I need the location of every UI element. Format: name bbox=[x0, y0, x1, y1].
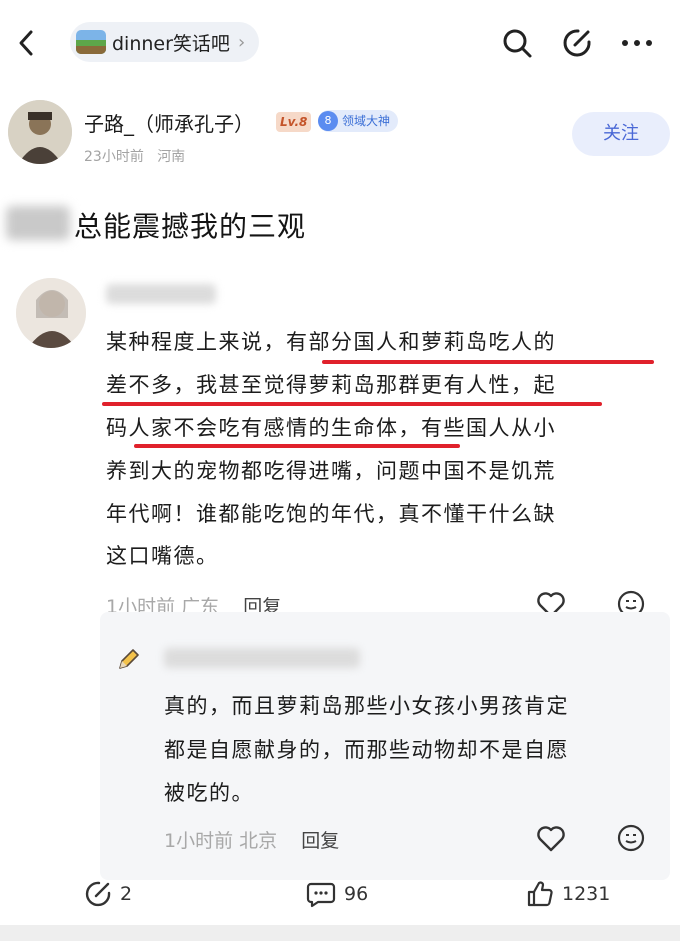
heart-icon bbox=[537, 826, 565, 852]
comment-line: 差不多，我甚至觉得萝莉岛那群更有人性，起 bbox=[106, 373, 556, 397]
blurred-commenter-name bbox=[106, 284, 216, 304]
blurred-replier-name bbox=[164, 648, 360, 668]
follow-button[interactable]: 关注 bbox=[572, 112, 670, 156]
domain-badge-label: 领域大神 bbox=[342, 114, 391, 128]
more-icon bbox=[622, 40, 652, 46]
share-button[interactable]: 2 bbox=[84, 880, 132, 908]
comment-line: 养到大的宠物都吃得进嘴，问题中国不是饥荒 bbox=[106, 459, 556, 483]
reply-location: 北京 bbox=[239, 830, 278, 852]
blurred-title-prefix bbox=[6, 206, 70, 240]
commenter-avatar[interactable] bbox=[16, 278, 86, 348]
post-title: 总能震撼我的三观 bbox=[74, 210, 307, 243]
comment-line: 这口嘴德。 bbox=[106, 544, 219, 568]
back-button[interactable] bbox=[12, 28, 42, 58]
red-underline bbox=[134, 444, 460, 448]
edit-icon bbox=[563, 29, 591, 57]
pencil-icon bbox=[116, 646, 142, 676]
comment-icon bbox=[306, 882, 336, 908]
reply-line: 被吃的。 bbox=[164, 781, 254, 805]
red-underline bbox=[102, 402, 602, 406]
reply-line: 真的，而且萝莉岛那些小女孩小男孩肯定 bbox=[164, 694, 569, 718]
thumbs-up-icon bbox=[527, 881, 553, 907]
reply-reply-button[interactable]: 回复 bbox=[301, 830, 339, 852]
author-meta: 23小时前 河南 bbox=[84, 146, 185, 166]
post-time: 23小时前 bbox=[84, 149, 144, 165]
comment-line: 年代啊！谁都能吃饱的年代，真不懂干什么缺 bbox=[106, 502, 556, 526]
author-avatar[interactable] bbox=[8, 100, 72, 164]
reply-line: 都是自愿献身的，而那些动物却不是自愿 bbox=[164, 738, 569, 762]
reply-time: 1小时前 bbox=[164, 830, 234, 852]
search-icon bbox=[503, 29, 532, 58]
share-icon bbox=[85, 881, 111, 907]
back-arrow-icon bbox=[19, 30, 33, 56]
reply-meta: 1小时前 北京 回复 bbox=[164, 826, 339, 853]
search-button[interactable] bbox=[500, 26, 534, 60]
red-underline bbox=[322, 360, 654, 364]
emoji-icon bbox=[617, 824, 645, 852]
like-button[interactable]: 1231 bbox=[526, 880, 610, 908]
reply-like-button[interactable] bbox=[536, 824, 566, 856]
author-name[interactable]: 子路_（师承孔子） bbox=[84, 108, 254, 137]
comment-line: 某种程度上来说，有部分国人和萝莉岛吃人的 bbox=[106, 330, 556, 354]
badge-number: 8 bbox=[318, 111, 338, 131]
comment-line: 码人家不会吃有感情的生命体，有些国人从小 bbox=[106, 416, 556, 440]
forum-link[interactable]: dinner笑话吧 › bbox=[70, 22, 260, 62]
comment-count: 96 bbox=[344, 883, 369, 905]
post-location: 河南 bbox=[157, 149, 186, 165]
chevron-right-icon: › bbox=[237, 31, 246, 53]
forum-thumbnail bbox=[76, 30, 106, 54]
bottom-edge bbox=[0, 925, 680, 941]
edit-button[interactable] bbox=[560, 26, 594, 60]
like-count: 1231 bbox=[562, 883, 611, 905]
share-count: 2 bbox=[120, 883, 133, 905]
reply-emoji-button[interactable] bbox=[616, 823, 646, 857]
level-badge: Lv.8 bbox=[276, 112, 312, 132]
domain-expert-badge: 8 领域大神 bbox=[318, 110, 399, 132]
forum-name: dinner笑话吧 bbox=[112, 32, 230, 55]
more-button[interactable] bbox=[620, 26, 654, 60]
comment-button[interactable]: 96 bbox=[306, 880, 368, 908]
